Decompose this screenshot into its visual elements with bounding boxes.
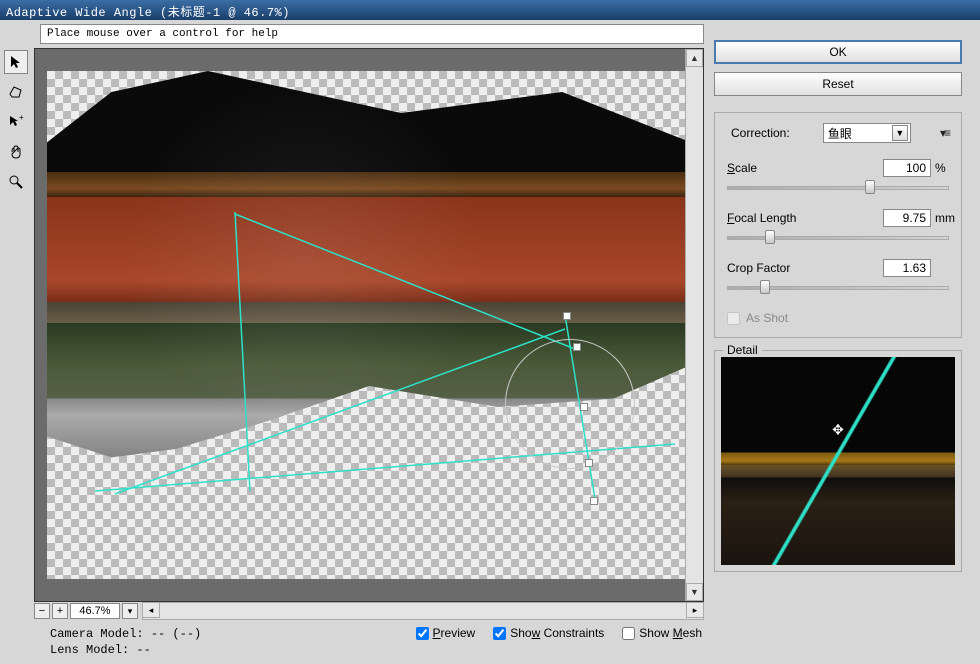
constraint-handle[interactable] (585, 459, 593, 467)
as-shot-input (727, 312, 740, 325)
preview-label: Preview (433, 626, 476, 640)
flyout-menu-icon[interactable]: ▾≡ (940, 126, 949, 140)
scale-field[interactable]: 100 (883, 159, 931, 177)
crosshair-icon: ✥ (832, 421, 844, 438)
workspace: + (4, 48, 704, 660)
help-text-box: Place mouse over a control for help (40, 24, 704, 44)
hand-tool[interactable] (4, 140, 28, 164)
correction-group: Correction: 鱼眼 ▼ ▾≡ Scale 100 % (714, 112, 962, 338)
scroll-left-icon[interactable]: ◂ (142, 602, 160, 618)
zoom-controls: − + 46.7% ▾ (34, 602, 138, 620)
constraint-handle[interactable] (580, 403, 588, 411)
canvas-area: ▲ ▼ − + 46.7% ▾ ◂ ▸ (34, 48, 704, 660)
detail-group: Detail ✥ (714, 350, 962, 572)
zoom-in-button[interactable]: + (52, 603, 68, 619)
move-tool[interactable]: + (4, 110, 28, 134)
show-mesh-checkbox[interactable]: Show Mesh (622, 626, 702, 640)
pointer-tool[interactable] (4, 50, 28, 74)
zoom-tool[interactable] (4, 170, 28, 194)
lens-model-label: Lens Model: -- (50, 642, 201, 658)
show-mesh-input[interactable] (622, 627, 635, 640)
correction-mode-value: 鱼眼 (828, 125, 852, 142)
left-column: Place mouse over a control for help + (4, 24, 704, 660)
polygon-constraint-tool[interactable] (4, 80, 28, 104)
focal-length-unit: mm (935, 211, 949, 225)
as-shot-checkbox[interactable]: As Shot (727, 311, 949, 325)
bottom-scroll-row: − + 46.7% ▾ ◂ ▸ (34, 602, 704, 620)
detail-preview[interactable]: ✥ (721, 357, 955, 565)
scroll-up-icon[interactable]: ▲ (686, 49, 703, 67)
crop-factor-param: Crop Factor 1.63 (727, 259, 949, 293)
show-constraints-input[interactable] (493, 627, 506, 640)
show-constraints-checkbox[interactable]: Show Constraints (493, 626, 604, 640)
crop-factor-slider[interactable] (727, 281, 949, 293)
tool-palette: + (4, 48, 34, 660)
chevron-down-icon: ▼ (892, 125, 908, 141)
crop-factor-field[interactable]: 1.63 (883, 259, 931, 277)
constraint-handle[interactable] (573, 343, 581, 351)
display-options: Preview Show Constraints Show Mesh (416, 626, 702, 640)
constraint-handle[interactable] (563, 312, 571, 320)
zoom-value[interactable]: 46.7% (70, 603, 120, 619)
focal-length-field[interactable]: 9.75 (883, 209, 931, 227)
dialog-content: Place mouse over a control for help + (0, 20, 980, 664)
scroll-down-icon[interactable]: ▼ (686, 583, 703, 601)
preview-checkbox[interactable]: Preview (416, 626, 476, 640)
scale-slider[interactable] (727, 181, 949, 193)
show-constraints-label: Show Constraints (510, 626, 604, 640)
horizontal-scrollbar[interactable]: ◂ ▸ (142, 602, 704, 620)
pointer-plus-icon: + (8, 114, 24, 130)
rotation-circle[interactable] (505, 339, 635, 469)
as-shot-label: As Shot (746, 311, 788, 325)
focal-length-param: Focal Length 9.75 mm (727, 209, 949, 243)
footer-info: Camera Model: -- (--) Lens Model: -- Pre… (34, 620, 704, 660)
focal-length-label: Focal Length (727, 211, 796, 225)
constraint-lines (35, 49, 703, 601)
pointer-icon (8, 54, 24, 70)
zoom-out-button[interactable]: − (34, 603, 50, 619)
detail-legend: Detail (723, 343, 762, 357)
right-column: OK Reset Correction: 鱼眼 ▼ ▾≡ Scale 100 % (714, 24, 962, 660)
title-bar: Adaptive Wide Angle (未标题-1 @ 46.7%) (0, 0, 980, 20)
constraint-handle[interactable] (590, 497, 598, 505)
preview-check-input[interactable] (416, 627, 429, 640)
show-mesh-label: Show Mesh (639, 626, 702, 640)
correction-mode-select[interactable]: 鱼眼 ▼ (823, 123, 911, 143)
crop-factor-label: Crop Factor (727, 261, 790, 275)
ok-button[interactable]: OK (714, 40, 962, 64)
scale-param: Scale 100 % (727, 159, 949, 193)
reset-button[interactable]: Reset (714, 72, 962, 96)
magnifier-icon (8, 174, 24, 190)
zoom-dropdown-button[interactable]: ▾ (122, 603, 138, 619)
svg-text:+: + (19, 114, 24, 122)
correction-legend: Correction: (727, 126, 794, 140)
scroll-right-icon[interactable]: ▸ (686, 602, 704, 618)
scale-unit: % (935, 161, 949, 175)
scale-label: Scale (727, 161, 757, 175)
model-info: Camera Model: -- (--) Lens Model: -- (50, 626, 201, 658)
hand-icon (8, 144, 24, 160)
preview-canvas[interactable]: ▲ ▼ (34, 48, 704, 602)
camera-model-label: Camera Model: -- (--) (50, 626, 201, 642)
polygon-icon (8, 84, 24, 100)
vertical-scrollbar[interactable]: ▲ ▼ (685, 49, 703, 601)
focal-length-slider[interactable] (727, 231, 949, 243)
top-row: Place mouse over a control for help (4, 24, 704, 44)
